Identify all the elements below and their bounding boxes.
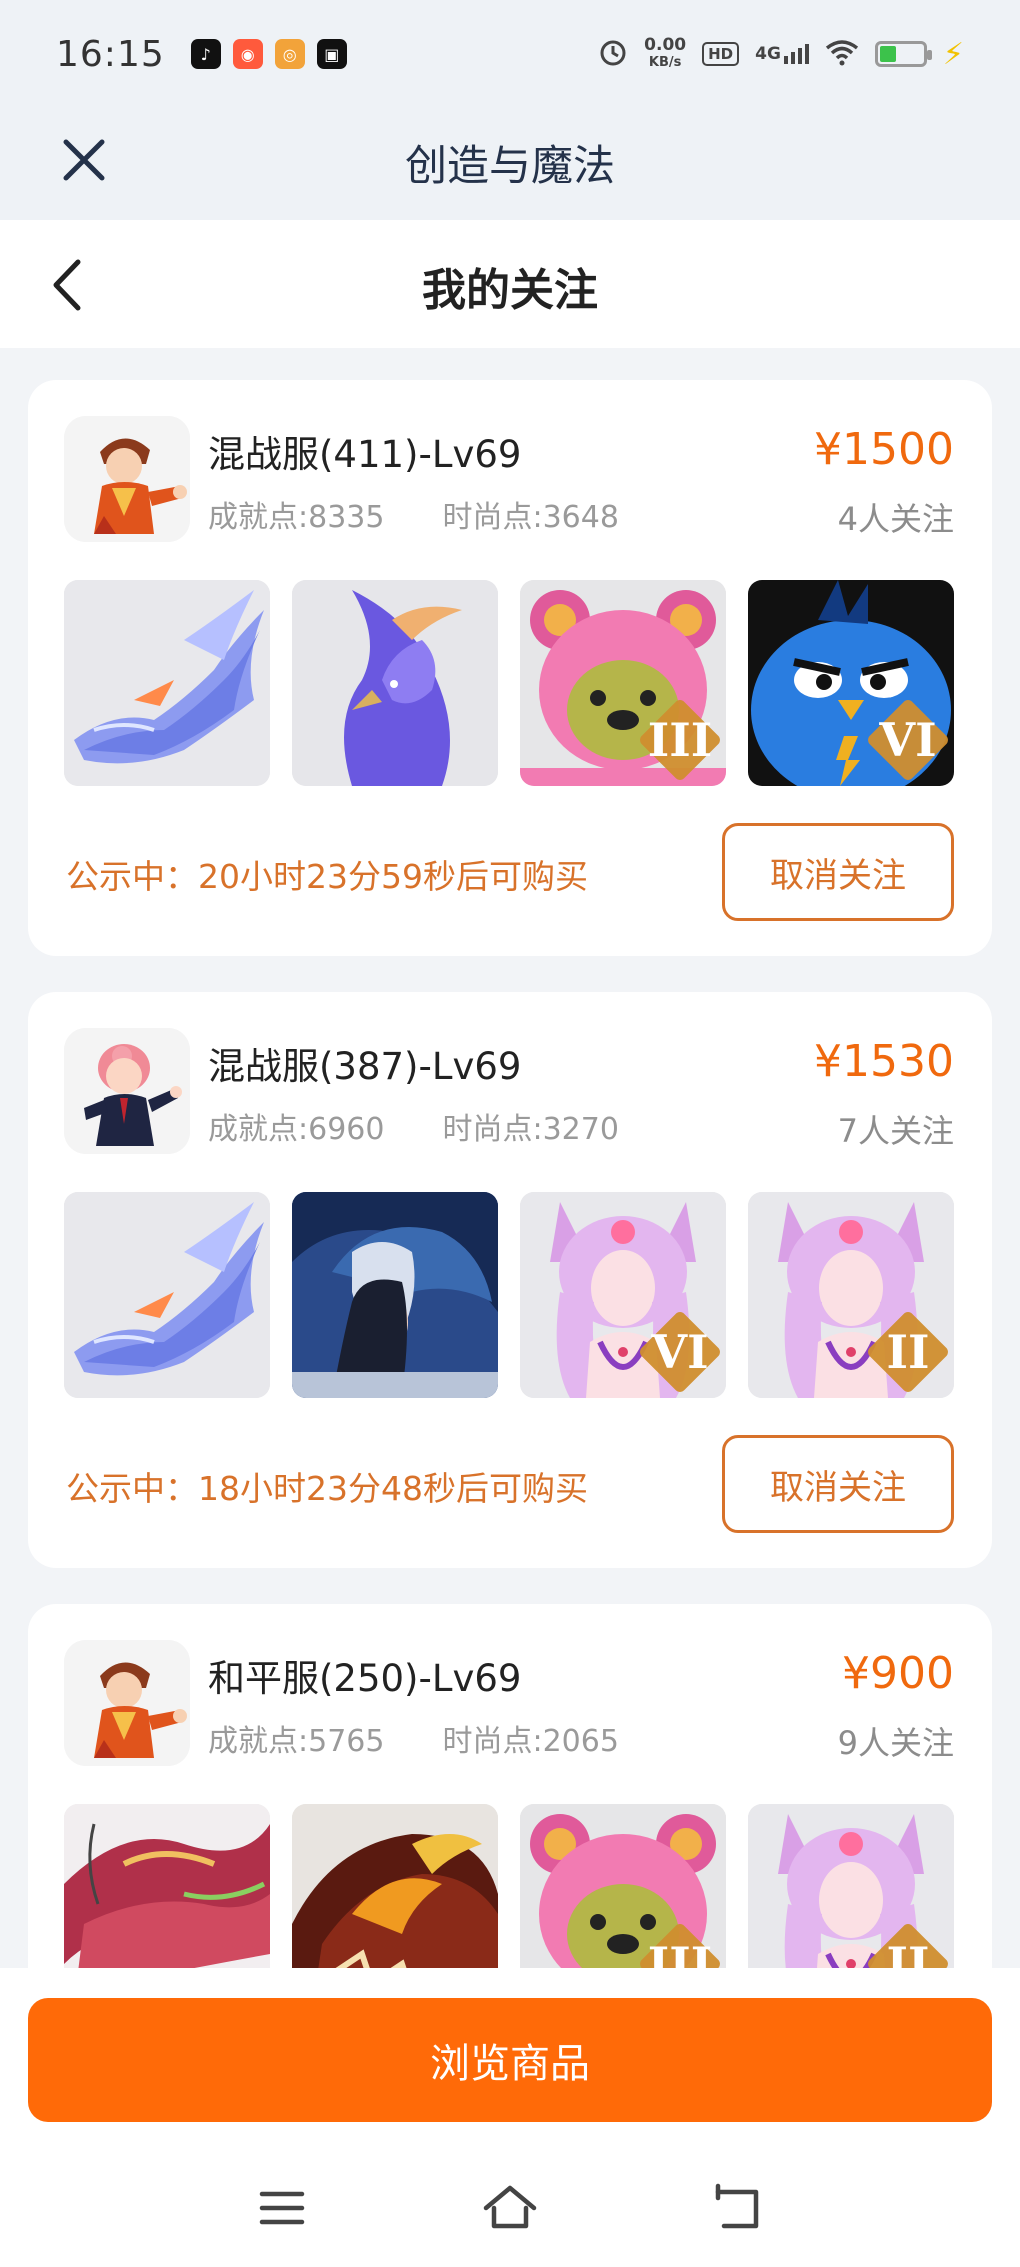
rank-label: VI xyxy=(651,1325,709,1379)
rank-badge: III xyxy=(637,697,723,783)
battery-icon xyxy=(874,41,932,67)
item-thumbnail-pink-bear[interactable]: III xyxy=(520,1804,726,1968)
item-thumbnail-blue-bird[interactable]: VI xyxy=(748,580,954,786)
rank-badge: VI xyxy=(637,1309,723,1395)
stats-row: 成就点:8335 时尚点:3648 xyxy=(208,492,619,536)
price: ¥1530 xyxy=(814,1036,954,1087)
weibo-icon: ◎ xyxy=(274,39,305,69)
bottom-bar: 浏览商品 xyxy=(0,1968,1020,2267)
item-thumbnail-dark-dragon-rider[interactable] xyxy=(292,1192,498,1398)
price: ¥900 xyxy=(842,1648,954,1699)
charging-icon: ⚡ xyxy=(942,36,964,72)
status-time: 16:15 xyxy=(56,33,165,75)
video-app-icon: ◉ xyxy=(232,39,263,69)
unfollow-button[interactable]: 取消关注 xyxy=(722,1435,954,1533)
page-nav-bar: 我的关注 xyxy=(0,220,1020,348)
net-speed-value: 0.00 xyxy=(644,35,687,55)
rank-badge: II xyxy=(865,1921,951,1968)
rank-label: II xyxy=(886,1937,930,1968)
achievement-points: 成就点:8335 xyxy=(208,500,385,535)
status-indicators: 0.00 KB/s HD 4G ⚡ xyxy=(598,37,964,72)
stats-row: 成就点:6960 时尚点:3270 xyxy=(208,1104,619,1148)
status-app-icons: ♪ ◉ ◎ ▣ xyxy=(190,39,347,69)
achievement-points: 成就点:5765 xyxy=(208,1724,385,1759)
price: ¥1500 xyxy=(814,424,954,475)
publicity-notice: 公示中：18小时23分48秒后可购买 xyxy=(66,1469,588,1508)
page-title: 我的关注 xyxy=(422,265,598,316)
item-thumbnail-ice-dragon[interactable] xyxy=(64,580,270,786)
server-name: 混战服(387)-Lv69 xyxy=(208,1045,522,1088)
fashion-points: 时尚点:3270 xyxy=(442,1112,619,1147)
item-thumbnails: III VI xyxy=(64,580,954,786)
achievement-points: 成就点:6960 xyxy=(208,1112,385,1147)
item-thumbnail-pink-bear[interactable]: III xyxy=(520,580,726,786)
fashion-points: 时尚点:3648 xyxy=(442,500,619,535)
fashion-points: 时尚点:2065 xyxy=(442,1724,619,1759)
home-nav-icon[interactable] xyxy=(478,2178,542,2238)
net-speed-unit: KB/s xyxy=(648,55,682,70)
character-avatar xyxy=(64,1028,190,1154)
unfollow-button[interactable]: 取消关注 xyxy=(722,823,954,921)
server-name: 混战服(411)-Lv69 xyxy=(208,433,522,476)
item-thumbnail-fire-dragon[interactable] xyxy=(292,1804,498,1968)
item-thumbnail-fox-girl[interactable]: II xyxy=(748,1804,954,1968)
alarm-icon xyxy=(598,37,628,71)
tiktok-icon: ♪ xyxy=(190,39,221,69)
system-nav-bar xyxy=(0,2178,1020,2238)
item-thumbnail-blue-phoenix[interactable] xyxy=(292,580,498,786)
item-thumbnail-fox-girl[interactable]: VI xyxy=(520,1192,726,1398)
hd-badge: HD xyxy=(702,42,740,66)
follower-count: 4人关注 xyxy=(837,500,954,538)
cell-signal-icon: 4G xyxy=(755,44,809,64)
follower-count: 9人关注 xyxy=(837,1724,954,1762)
character-avatar xyxy=(64,416,190,542)
browse-products-button[interactable]: 浏览商品 xyxy=(28,1998,992,2122)
stats-row: 成就点:5765 时尚点:2065 xyxy=(208,1716,619,1760)
rank-label: II xyxy=(886,1325,930,1379)
listing-card[interactable]: 和平服(250)-Lv69 成就点:5765 时尚点:2065 ¥900 9人关注 III… xyxy=(28,1604,992,1968)
item-thumbnail-fox-girl[interactable]: II xyxy=(748,1192,954,1398)
publicity-notice: 公示中：20小时23分59秒后可购买 xyxy=(66,857,588,896)
rank-badge: VI xyxy=(865,697,951,783)
listing-card[interactable]: 混战服(411)-Lv69 成就点:8335 时尚点:3648 ¥1500 4人关注 II… xyxy=(28,380,992,956)
follower-count: 7人关注 xyxy=(837,1112,954,1150)
rank-label: III xyxy=(647,1937,713,1968)
net-speed: 0.00 KB/s xyxy=(644,37,686,71)
item-thumbnail-red-dragon[interactable] xyxy=(64,1804,270,1968)
item-thumbnails: VI II xyxy=(64,1192,954,1398)
status-bar: 16:15 ♪ ◉ ◎ ▣ 0.00 KB/s HD 4G ⚡ xyxy=(0,0,1020,108)
followed-list[interactable]: 混战服(411)-Lv69 成就点:8335 时尚点:3648 ¥1500 4人关注 II… xyxy=(0,348,1020,1968)
wifi-icon xyxy=(825,38,859,70)
app-header: 创造与魔法 xyxy=(0,108,1020,220)
listing-card[interactable]: 混战服(387)-Lv69 成就点:6960 时尚点:3270 ¥1530 7人关注 VI… xyxy=(28,992,992,1568)
item-thumbnail-ice-dragon[interactable] xyxy=(64,1192,270,1398)
menu-nav-icon[interactable] xyxy=(250,2178,314,2238)
character-avatar xyxy=(64,1640,190,1766)
back-nav-icon[interactable] xyxy=(706,2178,770,2238)
item-thumbnails: III II xyxy=(64,1804,954,1968)
app-title: 创造与魔法 xyxy=(404,141,615,190)
server-name: 和平服(250)-Lv69 xyxy=(208,1657,522,1700)
rank-label: III xyxy=(647,713,713,767)
rank-badge: II xyxy=(865,1309,951,1395)
camera-app-icon: ▣ xyxy=(316,39,347,69)
rank-badge: III xyxy=(637,1921,723,1968)
network-type: 4G xyxy=(755,44,781,64)
rank-label: VI xyxy=(879,713,937,767)
